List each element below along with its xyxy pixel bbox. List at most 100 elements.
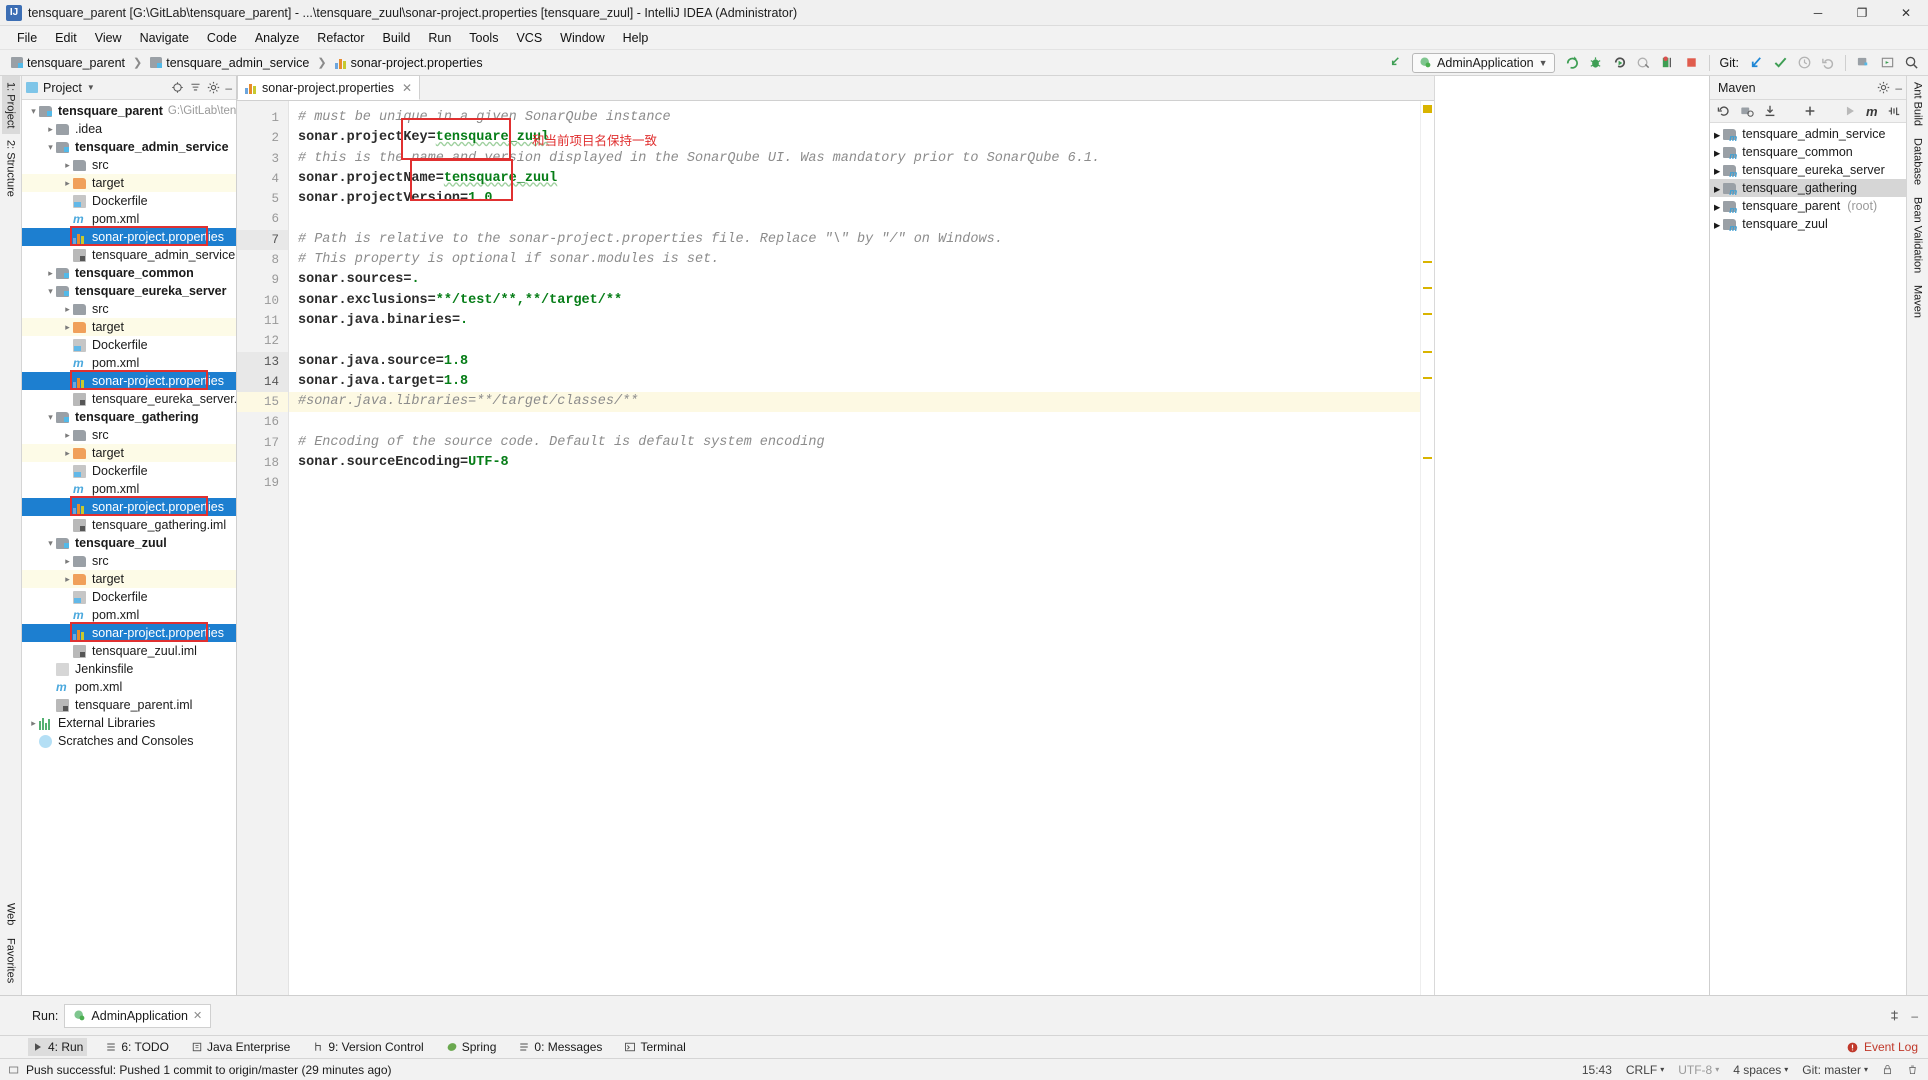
chevron-right-icon[interactable]: ▸ [1714,145,1720,160]
chevron-right-icon[interactable]: ▸ [28,718,39,729]
code-content[interactable]: # must be unique in a given SonarQube in… [289,101,1434,995]
status-indent[interactable]: 4 spaces ▾ [1733,1063,1788,1077]
reimport-icon[interactable] [1717,104,1731,118]
tool-window-button[interactable]: 9: Version Control [308,1038,427,1056]
toggle-skip-tests-icon[interactable] [1887,104,1901,118]
tree-row[interactable]: m pom.xml [22,480,236,498]
chevron-right-icon[interactable]: ▸ [1714,199,1720,214]
breadcrumb-item-module[interactable]: tensquare_admin_service [147,55,312,71]
tool-window-button[interactable]: 6: TODO [101,1038,173,1056]
close-button[interactable]: ✕ [1884,0,1928,26]
gear-icon[interactable] [207,81,220,94]
settings-icon[interactable] [1852,52,1874,74]
menu-run[interactable]: Run [419,29,460,47]
breadcrumb-item-project[interactable]: tensquare_parent [8,55,128,71]
hide-panel-icon[interactable]: – [1911,1009,1918,1023]
code-line[interactable]: # Encoding of the source code. Default i… [289,433,1434,453]
tree-row[interactable]: ▸ target [22,570,236,588]
tree-row[interactable]: Dockerfile [22,336,236,354]
maven-project-row[interactable]: ▸ tensquare_common [1710,143,1906,161]
rail-tab-bean-validation[interactable]: Bean Validation [1909,191,1927,279]
tool-window-button[interactable]: 0: Messages [514,1038,606,1056]
chevron-right-icon[interactable]: ▸ [1714,217,1720,232]
tree-row[interactable]: Dockerfile [22,192,236,210]
preview-icon[interactable] [1876,52,1898,74]
tree-row[interactable]: tensquare_parent.iml [22,696,236,714]
chevron-right-icon[interactable]: ▸ [1714,181,1720,196]
commit-icon[interactable] [1769,52,1791,74]
run-with-coverage-icon[interactable] [1609,52,1631,74]
maven-project-tree[interactable]: ▸ tensquare_admin_service ▸ tensquare_commo… [1710,123,1906,995]
code-line[interactable]: sonar.sourceEncoding=UTF-8 [289,453,1434,473]
lock-icon[interactable] [1882,1063,1893,1076]
tree-row[interactable]: tensquare_zuul.iml [22,642,236,660]
tree-row[interactable]: ▾ tensquare_gathering [22,408,236,426]
code-line[interactable]: # must be unique in a given SonarQube in… [289,108,1434,128]
rail-tab-project[interactable]: 1: Project [1,76,20,135]
maximize-button[interactable]: ❐ [1840,0,1884,26]
tree-row[interactable]: m pom.xml [22,678,236,696]
chevron-down-icon[interactable]: ▾ [45,538,56,549]
tree-row[interactable]: ▸ tensquare_common [22,264,236,282]
event-log-button[interactable]: Event Log [1846,1040,1928,1054]
settings-icon[interactable] [1888,1009,1901,1023]
code-line[interactable]: sonar.java.source=1.8 [289,352,1434,372]
tree-row[interactable]: sonar-project.properties [22,228,236,246]
menu-navigate[interactable]: Navigate [131,29,198,47]
chevron-right-icon[interactable]: ▸ [45,124,56,135]
tree-row[interactable]: ▸ target [22,174,236,192]
tree-row[interactable]: Dockerfile [22,462,236,480]
chevron-right-icon[interactable]: ▸ [1714,127,1720,142]
rail-tab-structure[interactable]: 2: Structure [2,134,20,203]
run-icon[interactable] [1561,52,1583,74]
tree-row[interactable]: ▸ .idea [22,120,236,138]
hide-panel-icon[interactable]: – [225,81,232,95]
attach-profiler-icon[interactable] [1657,52,1679,74]
tree-row[interactable]: sonar-project.properties [22,498,236,516]
tree-row[interactable]: ▸ src [22,426,236,444]
maven-project-row[interactable]: ▸ tensquare_admin_service [1710,125,1906,143]
tree-row[interactable]: ▸ External Libraries [22,714,236,732]
tree-row[interactable]: ▸ src [22,156,236,174]
status-line-separator[interactable]: CRLF ▾ [1626,1063,1664,1077]
chevron-right-icon[interactable]: ▸ [45,268,56,279]
collapse-all-icon[interactable] [189,81,202,94]
breadcrumb-item-file[interactable]: sonar-project.properties [332,55,486,71]
chevron-right-icon[interactable]: ▸ [62,304,73,315]
tree-row[interactable]: ▾ tensquare_eureka_server [22,282,236,300]
tree-row[interactable]: m pom.xml [22,354,236,372]
chevron-right-icon[interactable]: ▸ [62,160,73,171]
tree-row[interactable]: m pom.xml [22,606,236,624]
tree-row[interactable]: tensquare_gathering.iml [22,516,236,534]
menu-tools[interactable]: Tools [460,29,507,47]
chevron-down-icon[interactable]: ▾ [45,412,56,423]
tree-row[interactable]: Scratches and Consoles [22,732,236,750]
tree-row[interactable]: ▾ tensquare_zuul [22,534,236,552]
code-line[interactable]: # This property is optional if sonar.mod… [289,250,1434,270]
code-line[interactable]: sonar.exclusions=**/test/**,**/target/** [289,291,1434,311]
menu-file[interactable]: File [8,29,46,47]
generate-sources-icon[interactable] [1740,104,1754,118]
chevron-down-icon[interactable]: ▾ [28,106,39,117]
tree-row[interactable]: Jenkinsfile [22,660,236,678]
chevron-right-icon[interactable]: ▸ [1714,163,1720,178]
chevron-right-icon[interactable]: ▸ [62,322,73,333]
run-icon[interactable] [1843,104,1857,118]
tool-window-button[interactable]: Terminal [620,1038,689,1056]
close-icon[interactable]: ✕ [193,1009,202,1022]
status-git-branch[interactable]: Git: master ▾ [1802,1063,1868,1077]
code-line[interactable]: sonar.projectName=tensquare_zuul [289,169,1434,189]
code-line[interactable]: sonar.java.binaries=. [289,311,1434,331]
rail-tab-web[interactable]: Web [2,897,20,931]
run-tab-adminapplication[interactable]: AdminApplication ✕ [64,1003,212,1028]
menu-help[interactable]: Help [614,29,658,47]
tool-window-button[interactable]: Java Enterprise [187,1038,294,1056]
maven-goal-icon[interactable]: m [1866,104,1878,119]
tree-row[interactable]: Dockerfile [22,588,236,606]
project-tree[interactable]: ▾ tensquare_parent G:\GitLab\tensquare_ ▸ .i… [22,100,236,995]
update-project-icon[interactable] [1745,52,1767,74]
menu-code[interactable]: Code [198,29,246,47]
add-icon[interactable] [1803,104,1817,118]
rail-tab-ant-build[interactable]: Ant Build [1909,76,1927,132]
search-icon[interactable] [1900,52,1922,74]
